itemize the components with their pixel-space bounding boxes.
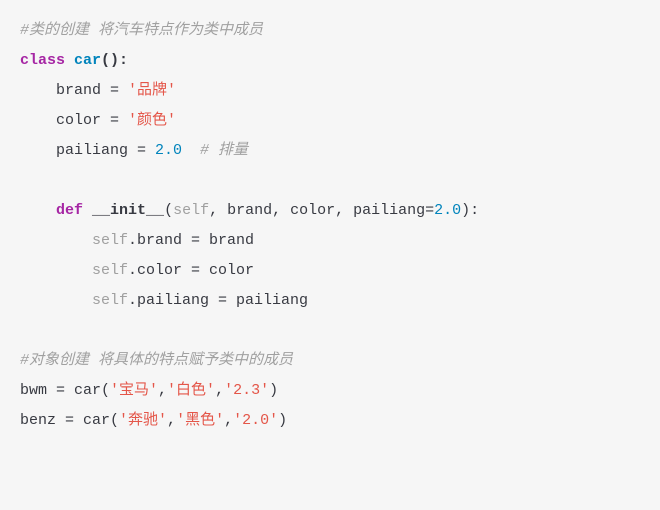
call2-sep2: , — [224, 412, 233, 429]
call2-close: ) — [278, 412, 287, 429]
def-indent — [20, 202, 56, 219]
keyword-class: class — [20, 52, 65, 69]
call1-close: ) — [269, 382, 278, 399]
comment-class-create: #类的创建 将汽车特点作为类中成员 — [20, 22, 263, 39]
comment-object-create: #对象创建 将具体的特点赋予类中的成员 — [20, 352, 293, 369]
sig-close: ): — [461, 202, 479, 219]
method-init-name: __init__ — [92, 202, 164, 219]
assign-brand: .brand = brand — [128, 232, 254, 249]
call1-arg2: '白色' — [167, 382, 215, 399]
self-ref-1: self — [92, 232, 128, 249]
call1-arg3: '2.3' — [224, 382, 269, 399]
call1-pre: bwm = car( — [20, 382, 110, 399]
sig-open: ( — [164, 202, 173, 219]
call2-arg1: '奔驰' — [119, 412, 167, 429]
comment-pailiang: # 排量 — [182, 142, 248, 159]
keyword-def: def — [56, 202, 83, 219]
body-indent-1 — [20, 232, 92, 249]
body-indent-2 — [20, 262, 92, 279]
call1-sep2: , — [215, 382, 224, 399]
assign-pailiang: .pailiang = pailiang — [128, 292, 308, 309]
attr-brand-value: '品牌' — [128, 82, 176, 99]
default-pailiang: 2.0 — [434, 202, 461, 219]
attr-color-value: '颜色' — [128, 112, 176, 129]
assign-color: .color = color — [128, 262, 254, 279]
attr-pailiang-lhs: pailiang = — [20, 142, 155, 159]
code-block: #类的创建 将汽车特点作为类中成员 class car(): brand = '… — [0, 0, 660, 452]
class-signature-close: (): — [101, 52, 128, 69]
self-ref-3: self — [92, 292, 128, 309]
attr-pailiang-value: 2.0 — [155, 142, 182, 159]
self-ref-2: self — [92, 262, 128, 279]
attr-color-lhs: color = — [20, 112, 128, 129]
body-indent-3 — [20, 292, 92, 309]
call2-arg2: '黑色' — [176, 412, 224, 429]
call2-arg3: '2.0' — [233, 412, 278, 429]
class-name: car — [74, 52, 101, 69]
call2-pre: benz = car( — [20, 412, 119, 429]
call2-sep1: , — [167, 412, 176, 429]
sig-rest: , brand, color, pailiang= — [209, 202, 434, 219]
call1-sep1: , — [158, 382, 167, 399]
call1-arg1: '宝马' — [110, 382, 158, 399]
attr-brand-lhs: brand = — [20, 82, 128, 99]
param-self: self — [173, 202, 209, 219]
